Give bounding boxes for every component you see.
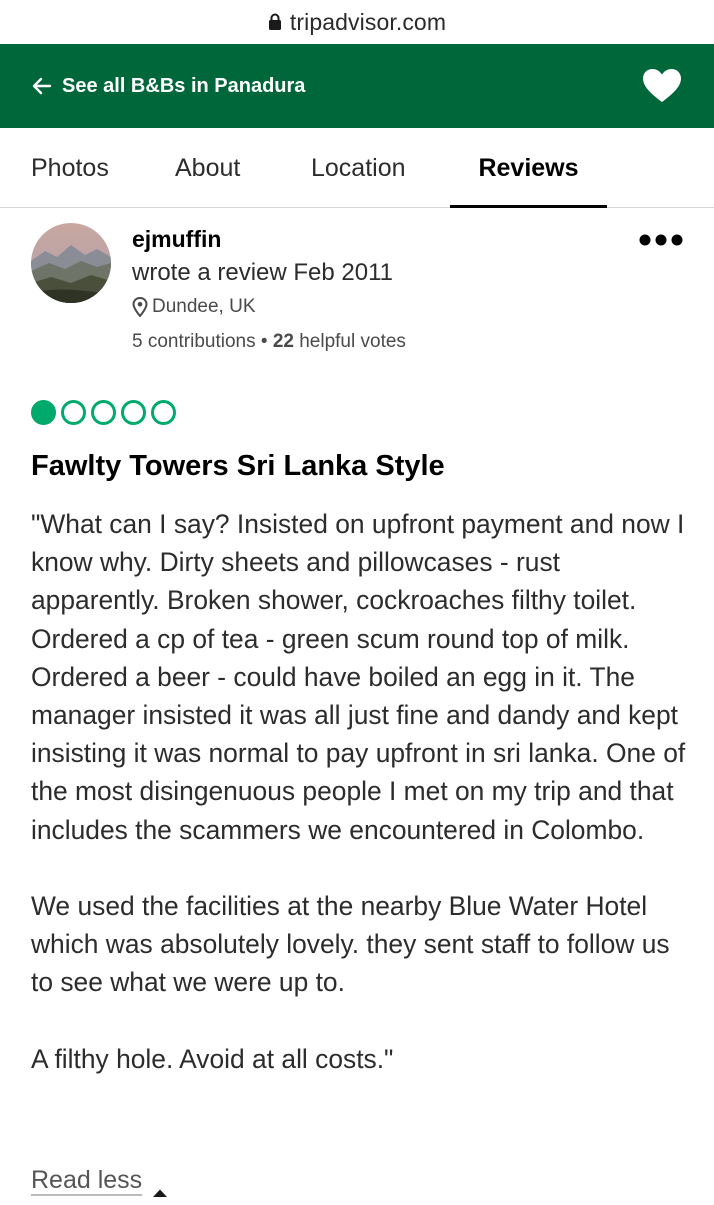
rating-bubbles <box>31 400 176 425</box>
review-body: "What can I say? Insisted on upfront pay… <box>31 505 691 1078</box>
rating-bubble-empty <box>121 400 146 425</box>
url-text: tripadvisor.com <box>289 8 447 35</box>
rating-bubble-filled <box>31 400 56 425</box>
header-bar: See all B&Bs in Panadura <box>0 44 714 128</box>
lock-icon <box>268 13 282 31</box>
read-less-button[interactable]: Read less <box>31 1166 168 1197</box>
helpful-votes-label: helpful votes <box>299 331 406 352</box>
tab-reviews[interactable]: Reviews <box>450 128 607 208</box>
stats-separator: • <box>260 331 268 352</box>
tab-photos[interactable]: Photos <box>31 128 109 208</box>
rating-bubble-empty <box>151 400 176 425</box>
location-text: Dundee, UK <box>152 296 256 317</box>
read-less-label: Read less <box>31 1166 143 1194</box>
heart-icon[interactable] <box>642 68 682 104</box>
section-tabs: Photos About Location Reviews <box>0 128 714 208</box>
reviewer-location: Dundee, UK <box>132 296 256 318</box>
contributions-count: 5 <box>132 331 143 352</box>
reviewer-stats: 5 contributions • 22 helpful votes <box>132 331 406 353</box>
avatar[interactable] <box>31 223 111 303</box>
review-date: wrote a review Feb 2011 <box>132 259 394 286</box>
tab-about[interactable]: About <box>175 128 240 208</box>
review-paragraph: We used the facilities at the nearby Blu… <box>31 891 670 998</box>
rating-bubble-empty <box>61 400 86 425</box>
contributions-label: contributions <box>147 331 256 352</box>
tab-location[interactable]: Location <box>311 128 406 208</box>
review-paragraph: A filthy hole. Avoid at all costs." <box>31 1043 394 1074</box>
reviewer-name[interactable]: ejmuffin <box>132 226 221 253</box>
map-pin-icon <box>132 296 148 318</box>
rating-bubble-empty <box>91 400 116 425</box>
review-paragraph: "What can I say? Insisted on upfront pay… <box>31 509 686 845</box>
browser-url-bar[interactable]: tripadvisor.com <box>0 0 714 44</box>
more-options-icon[interactable] <box>639 232 683 248</box>
caret-up-icon <box>152 1176 168 1197</box>
back-to-list-link[interactable]: See all B&Bs in Panadura <box>32 75 305 98</box>
helpful-votes-count: 22 <box>272 331 294 352</box>
back-link-label: See all B&Bs in Panadura <box>62 74 306 97</box>
review-title: Fawlty Towers Sri Lanka Style <box>31 450 445 482</box>
url-display[interactable]: tripadvisor.com <box>268 9 446 36</box>
arrow-left-icon <box>32 77 52 95</box>
